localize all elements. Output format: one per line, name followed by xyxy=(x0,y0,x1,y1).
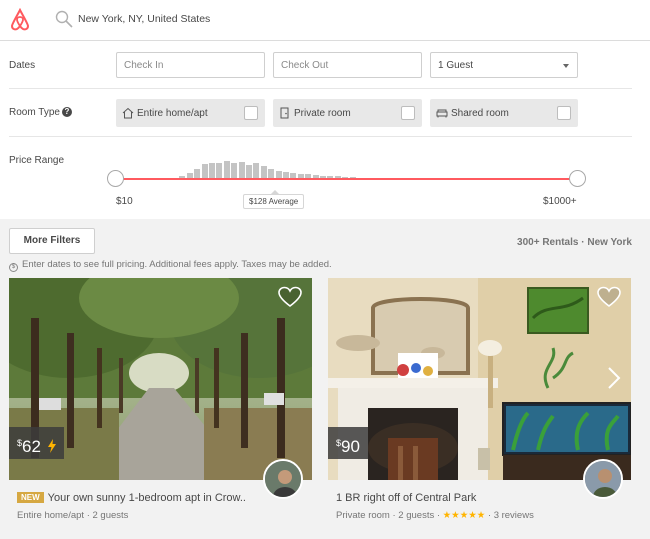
listing-price-tag: $62 xyxy=(9,427,64,459)
divider xyxy=(9,136,632,137)
check-in-input[interactable]: Check In xyxy=(116,52,265,78)
instant-book-lightning-icon xyxy=(47,439,56,453)
check-out-input[interactable]: Check Out xyxy=(273,52,422,78)
room-type-text: Room Type xyxy=(9,107,60,118)
price-min-label: $10 xyxy=(116,196,133,207)
listing-price-tag: $90 xyxy=(328,427,368,459)
room-type-label: Room Type xyxy=(9,107,60,118)
price-average-tag: $128 Average xyxy=(243,190,305,209)
airbnb-logo-icon[interactable] xyxy=(9,8,31,32)
caret-down-icon xyxy=(563,64,569,68)
room-type-label-entire: Entire home/apt xyxy=(137,108,208,119)
star-rating: ★★★★★ xyxy=(442,510,486,521)
wishlist-heart-icon[interactable] xyxy=(278,286,302,308)
more-filters-button[interactable]: More Filters xyxy=(9,228,95,254)
price-max-handle[interactable] xyxy=(569,170,586,187)
search-icon xyxy=(55,10,73,28)
living-room-image xyxy=(328,278,631,480)
price-max-label: $1000+ xyxy=(543,196,577,207)
host-photo-image xyxy=(265,461,301,497)
price-min-handle[interactable] xyxy=(107,170,124,187)
guests-select[interactable]: 1 Guest xyxy=(430,52,578,78)
shared-room-checkbox[interactable] xyxy=(557,106,571,120)
price-histogram xyxy=(116,159,578,180)
rentals-count: 300+ Rentals · New York xyxy=(517,237,632,248)
listing-card[interactable]: $90 1 BR right off of Central Park Priva… xyxy=(328,278,631,528)
help-icon[interactable]: ? xyxy=(62,107,72,117)
results-section: More Filters 300+ Rentals · New York $ En… xyxy=(0,219,650,539)
filters-panel: Dates Check In Check Out 1 Guest Room Ty… xyxy=(0,42,650,219)
dollar-icon: $ xyxy=(9,263,18,272)
listing-title[interactable]: NEW Your own sunny 1-bedroom apt in Crow.… xyxy=(17,492,246,504)
divider xyxy=(9,88,632,89)
listing-subtitle-text: Private room · 2 guests · xyxy=(336,510,443,521)
host-avatar[interactable] xyxy=(583,459,623,499)
listing-card[interactable]: $62 NEW Your own sunny 1-bedroom apt in C… xyxy=(9,278,312,528)
room-type-label-shared: Shared room xyxy=(451,108,509,119)
wishlist-heart-icon[interactable] xyxy=(597,286,621,308)
door-icon xyxy=(280,107,289,119)
guests-value: 1 Guest xyxy=(438,60,474,71)
listing-photo[interactable]: $62 xyxy=(9,278,312,480)
listing-title-text: Your own sunny 1-bedroom apt in Crow.. xyxy=(47,492,246,504)
host-avatar[interactable] xyxy=(263,459,303,499)
room-type-entire-home[interactable]: Entire home/apt xyxy=(116,99,265,127)
price-slider-track[interactable] xyxy=(116,178,578,180)
room-type-shared-room[interactable]: Shared room xyxy=(430,99,578,127)
listing-photo[interactable]: $90 xyxy=(328,278,631,480)
dates-label: Dates xyxy=(9,60,36,71)
listing-subtitle: Entire home/apt · 2 guests xyxy=(17,510,129,521)
room-type-label-private: Private room xyxy=(294,108,351,119)
room-type-private-room[interactable]: Private room xyxy=(273,99,422,127)
home-icon xyxy=(122,107,134,119)
listing-title[interactable]: 1 BR right off of Central Park xyxy=(336,492,476,504)
entire-home-checkbox[interactable] xyxy=(244,106,258,120)
chevron-right-icon[interactable] xyxy=(607,366,621,390)
listing-price: 90 xyxy=(341,437,360,456)
price-range-label: Price Range xyxy=(9,155,65,166)
listing-subtitle: Private room · 2 guests · ★★★★★ · 3 revi… xyxy=(336,510,534,521)
top-bar: New York, NY, United States xyxy=(0,0,650,41)
review-count: · 3 reviews xyxy=(485,510,534,521)
new-badge: NEW xyxy=(17,492,44,503)
pricing-notice-text: Enter dates to see full pricing. Additio… xyxy=(22,259,332,270)
private-room-checkbox[interactable] xyxy=(401,106,415,120)
pricing-notice: $ Enter dates to see full pricing. Additi… xyxy=(9,259,332,272)
location-search-input[interactable]: New York, NY, United States xyxy=(78,13,210,25)
host-photo-image xyxy=(585,461,621,497)
sofa-icon xyxy=(436,109,448,118)
listing-price: 62 xyxy=(22,437,41,456)
